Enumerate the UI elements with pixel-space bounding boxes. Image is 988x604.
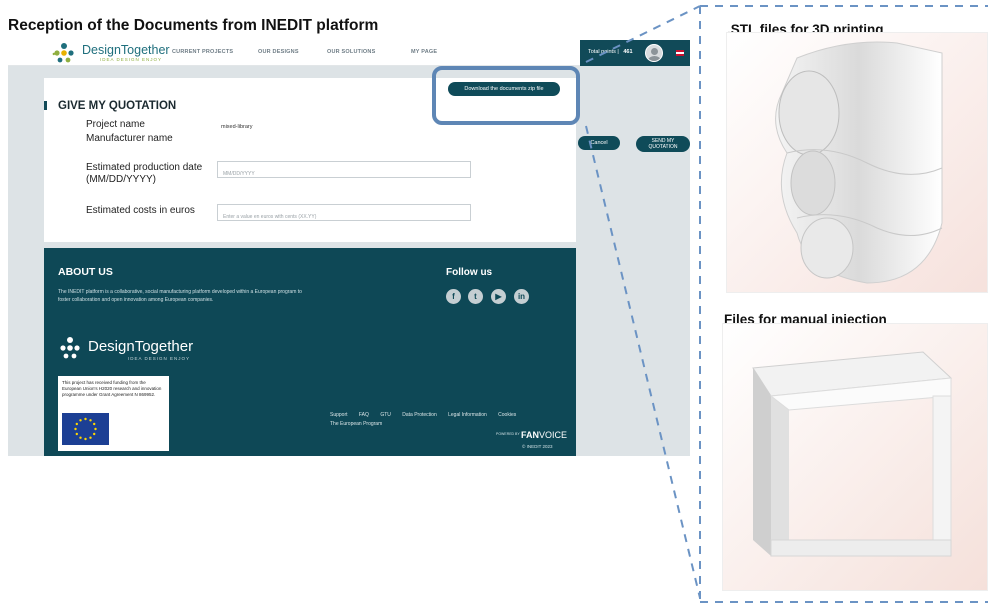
user-area: Total points | 461 (580, 40, 690, 66)
footer-logo-text: DesignTogether (88, 338, 194, 355)
production-date-label: Estimated production date (86, 162, 203, 173)
production-date-format: (MM/DD/YYYY) (86, 174, 156, 185)
nav-my-page[interactable]: MY PAGE (411, 49, 437, 55)
footer-link-data-protection[interactable]: Data Protection (402, 412, 436, 418)
footer-link-gtu[interactable]: GTU (380, 412, 391, 418)
footer-logo-tagline: IDEA DESIGN ENJOY (128, 356, 191, 361)
points-value: 461 (623, 49, 633, 55)
footer-links: Support FAQ GTU Data Protection Legal In… (330, 412, 526, 418)
production-date-field[interactable] (217, 161, 471, 182)
total-points: Total points | 461 (588, 49, 633, 55)
cancel-button[interactable]: Cancel (578, 136, 620, 150)
wavy-shelf-model-icon (727, 33, 987, 292)
footer-link-support[interactable]: Support (330, 412, 348, 418)
costs-label: Estimated costs in euros (86, 205, 195, 216)
box-shelf-model-icon (723, 324, 987, 590)
injection-3d-render (722, 323, 988, 591)
project-name-value: mixed-library (221, 124, 253, 130)
youtube-icon[interactable]: ▶ (491, 289, 506, 304)
fanvoice-bold: FAN (521, 430, 539, 440)
costs-field[interactable] (217, 204, 471, 225)
footer-link-cookies[interactable]: Cookies (498, 412, 516, 418)
copyright: © INEDIT 2023 (522, 444, 553, 449)
footer-link-faq[interactable]: FAQ (359, 412, 369, 418)
stl-3d-render (726, 32, 988, 293)
uk-flag-icon[interactable] (676, 50, 684, 56)
production-date-input[interactable] (218, 166, 470, 182)
footer-link-european-program[interactable]: The European Program (330, 421, 382, 427)
platform-screenshot: DesignTogether IDEA DESIGN ENJOY CURRENT… (8, 40, 690, 456)
designtogether-footer-logo-icon (60, 337, 80, 359)
twitter-icon[interactable]: t (468, 289, 483, 304)
top-navbar: DesignTogether IDEA DESIGN ENJOY CURRENT… (8, 40, 690, 66)
footer: ABOUT US The INEDIT platform is a collab… (44, 248, 576, 456)
linkedin-icon[interactable]: in (514, 289, 529, 304)
avatar[interactable] (645, 44, 663, 62)
fanvoice-logo[interactable]: FANVOICE (521, 430, 567, 440)
about-us-text: The INEDIT platform is a collaborative, … (58, 289, 302, 303)
quotation-heading: GIVE MY QUOTATION (58, 100, 177, 112)
eu-flag-icon (62, 413, 109, 445)
project-name-label: Project name (86, 119, 145, 130)
follow-us-title: Follow us (446, 267, 493, 278)
footer-link-legal[interactable]: Legal Information (448, 412, 487, 418)
send-label-line2: QUOTATION (648, 144, 678, 150)
facebook-icon[interactable]: f (446, 289, 461, 304)
points-label: Total points (588, 49, 616, 55)
funding-notice: This project has received funding from t… (58, 376, 169, 451)
powered-by-label: POWERED BY (496, 432, 520, 436)
download-zip-button[interactable]: Download the documents zip file (448, 82, 560, 96)
funding-text: This project has received funding from t… (62, 380, 162, 397)
manufacturer-name-label: Manufacturer name (86, 133, 173, 144)
nav-current-projects[interactable]: CURRENT PROJECTS (172, 49, 233, 55)
fanvoice-rest: VOICE (539, 430, 568, 440)
heading-accent-bar (44, 101, 47, 110)
nav-our-solutions[interactable]: OUR SOLUTIONS (327, 49, 375, 55)
send-quotation-button[interactable]: SEND MY QUOTATION (636, 136, 690, 152)
nav-our-designs[interactable]: OUR DESIGNS (258, 49, 299, 55)
logo-tagline: IDEA DESIGN ENJOY (100, 57, 163, 62)
costs-input[interactable] (218, 209, 470, 225)
designtogether-logo-icon (52, 43, 74, 63)
about-us-title: ABOUT US (58, 266, 113, 278)
logo-text[interactable]: DesignTogether (82, 43, 170, 57)
figure-title: Reception of the Documents from INEDIT p… (8, 17, 379, 34)
